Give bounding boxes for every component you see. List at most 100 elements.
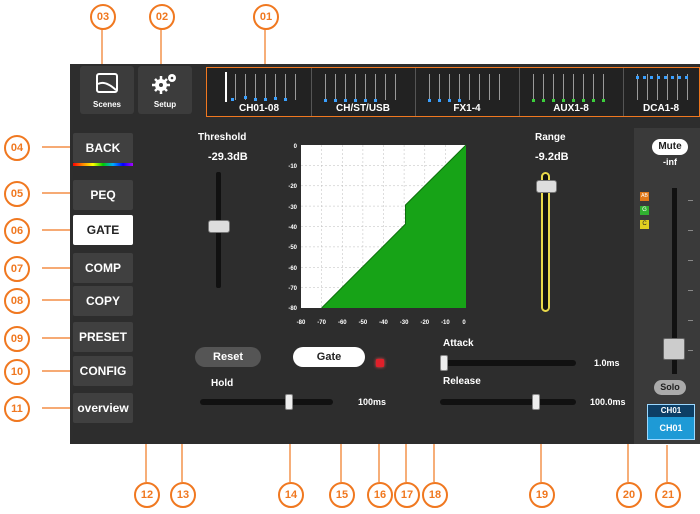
callout-19: 19 — [529, 482, 555, 508]
x-tick: -20 — [420, 320, 429, 326]
back-button[interactable]: BACK — [73, 133, 133, 163]
channel-strip — [634, 128, 700, 444]
y-tick: -20 — [288, 184, 297, 190]
release-slider[interactable] — [440, 394, 576, 410]
callout-08: 08 — [4, 288, 30, 314]
scenes-button[interactable]: Scenes — [80, 66, 134, 114]
copy-button[interactable]: COPY — [73, 286, 133, 316]
solo-button[interactable]: Solo — [654, 380, 686, 395]
channel-fader[interactable] — [663, 188, 685, 374]
release-label: Release — [443, 376, 481, 387]
group-label: CH01-08 — [238, 103, 280, 114]
x-tick: -70 — [317, 320, 326, 326]
gate-indicator-led — [376, 359, 384, 367]
x-tick: -10 — [441, 320, 450, 326]
callout-16: 16 — [367, 482, 393, 508]
x-tick: -50 — [359, 320, 368, 326]
callout-13: 13 — [170, 482, 196, 508]
range-slider[interactable] — [536, 172, 557, 312]
y-tick: -70 — [288, 286, 297, 292]
group-fx1-4[interactable]: FX1-4 — [415, 68, 520, 116]
callout-09: 09 — [4, 326, 30, 352]
callout-01: 01 — [253, 4, 279, 30]
channel-name: CH01 — [648, 405, 694, 417]
gate-button[interactable]: Gate — [293, 347, 365, 367]
group-label: DCA1-8 — [643, 103, 680, 114]
hold-value: 100ms — [358, 397, 387, 407]
callout-03: 03 — [90, 4, 116, 30]
range-label: Range — [535, 132, 566, 143]
preset-button[interactable]: PRESET — [73, 322, 133, 352]
callout-20: 20 — [616, 482, 642, 508]
callout-02: 02 — [149, 4, 175, 30]
y-tick: -50 — [288, 245, 297, 251]
attack-value: 1.0ms — [594, 358, 620, 368]
callout-11: 11 — [4, 396, 30, 422]
attack-slider-knob[interactable] — [440, 355, 448, 371]
callout-07: 07 — [4, 256, 30, 282]
release-slider-knob[interactable] — [532, 394, 540, 410]
range-value: -9.2dB — [535, 151, 569, 163]
peq-button[interactable]: PEQ — [73, 180, 133, 210]
scenes-icon — [96, 73, 118, 93]
x-tick: -30 — [400, 320, 409, 326]
meter-badge: G — [640, 206, 649, 215]
gate-curve-graph: 0 -10 -20 -30 -40 -50 -60 -70 -80 -80 -7… — [288, 144, 467, 326]
y-tick: -10 — [288, 164, 297, 170]
selected-channel-marker — [225, 72, 227, 102]
channel-id: CH01 — [659, 423, 683, 433]
callout-06: 06 — [4, 218, 30, 244]
attack-slider[interactable] — [440, 355, 576, 371]
hold-slider[interactable] — [200, 394, 333, 410]
callout-10: 10 — [4, 359, 30, 385]
comp-button[interactable]: COMP — [73, 253, 133, 283]
level-readout: -inf — [663, 157, 677, 167]
scenes-label: Scenes — [92, 100, 122, 109]
rainbow-bar — [73, 163, 133, 166]
callout-21: 21 — [655, 482, 681, 508]
attack-label: Attack — [443, 338, 474, 349]
threshold-value: -29.3dB — [208, 151, 248, 163]
y-tick: -30 — [288, 205, 297, 211]
release-value: 100.0ms — [590, 397, 626, 407]
config-button[interactable]: CONFIG — [73, 356, 133, 386]
group-label: AUX1-8 — [553, 103, 589, 114]
mute-button[interactable]: Mute — [652, 139, 688, 155]
y-tick: -60 — [288, 266, 297, 272]
group-dca1-8[interactable]: DCA1-8 — [623, 68, 699, 116]
group-label: FX1-4 — [453, 103, 481, 114]
channel-fader-knob[interactable] — [663, 338, 685, 360]
group-label: CH/ST/USB — [336, 103, 390, 114]
reset-button[interactable]: Reset — [195, 347, 261, 367]
gear-icon — [152, 74, 176, 94]
x-tick: 0 — [462, 320, 466, 326]
hold-label: Hold — [211, 378, 234, 389]
threshold-slider[interactable] — [208, 172, 230, 288]
group-ch01-08[interactable]: CH01-08 — [207, 68, 312, 116]
y-tick: 0 — [294, 144, 298, 150]
callout-15: 15 — [329, 482, 355, 508]
hold-slider-knob[interactable] — [285, 394, 293, 410]
x-tick: -40 — [379, 320, 388, 326]
meter-badge: C — [640, 220, 649, 229]
group-ch-st-usb[interactable]: CH/ST/USB — [311, 68, 416, 116]
range-slider-knob[interactable] — [536, 180, 557, 193]
gate-tab[interactable]: GATE — [73, 215, 133, 245]
x-tick: -60 — [338, 320, 347, 326]
channel-group-bar: CH01-08 CH/ST/USB FX1-4 AUX1-8 DCA1-8 — [206, 67, 700, 117]
y-tick: -80 — [288, 306, 297, 312]
channel-select-button[interactable]: CH01 CH01 — [647, 404, 695, 440]
threshold-slider-knob[interactable] — [208, 220, 230, 233]
setup-button[interactable]: Setup — [138, 66, 192, 114]
meter-badge: AB — [640, 192, 649, 201]
threshold-label: Threshold — [198, 132, 247, 143]
group-aux1-8[interactable]: AUX1-8 — [519, 68, 624, 116]
callout-12: 12 — [134, 482, 160, 508]
callout-14: 14 — [278, 482, 304, 508]
x-tick: -80 — [297, 320, 306, 326]
callout-18: 18 — [422, 482, 448, 508]
overview-button[interactable]: overview — [73, 393, 133, 423]
callout-17: 17 — [394, 482, 420, 508]
setup-label: Setup — [153, 100, 177, 109]
callout-05: 05 — [4, 181, 30, 207]
